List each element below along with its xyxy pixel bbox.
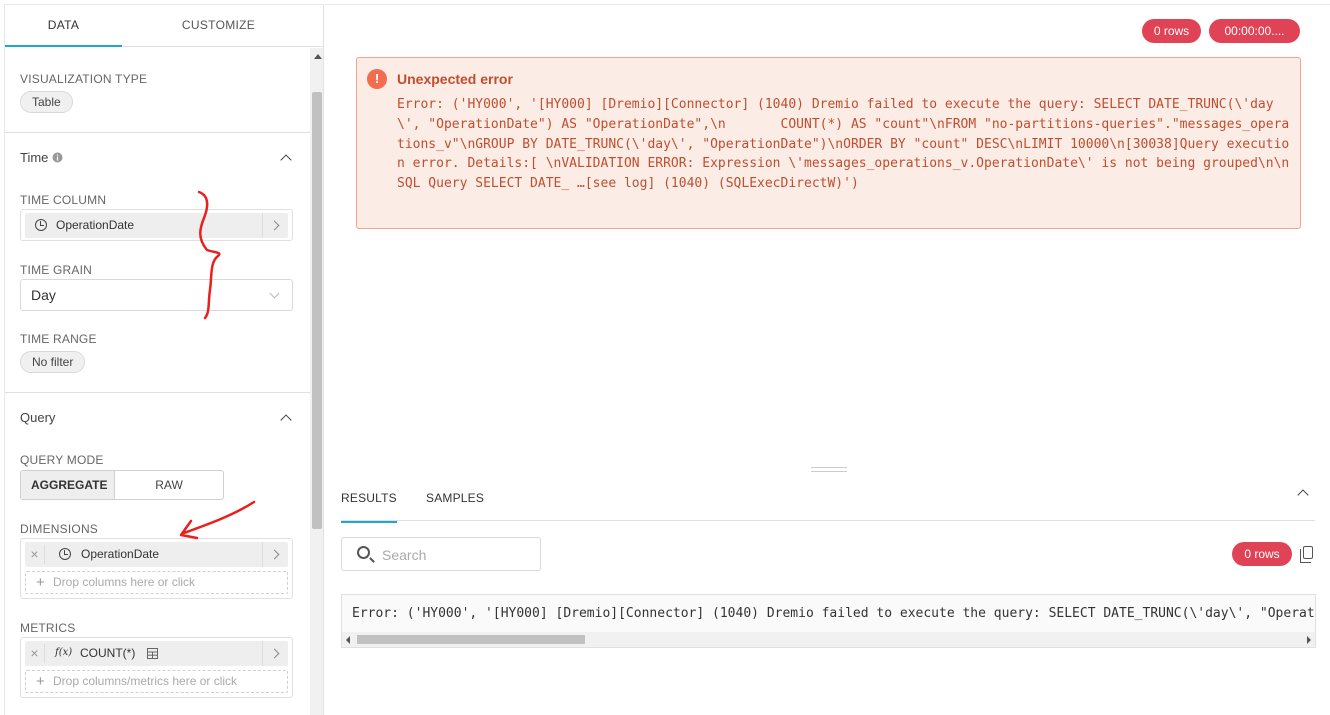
horizontal-scrollbar[interactable] [342,632,1315,647]
table-icon [147,648,158,659]
search-input[interactable]: Search [341,537,541,571]
scroll-right-arrow-icon[interactable] [1307,636,1311,644]
divider [5,392,310,393]
control-panel: DATA CUSTOMIZE VISUALIZATION TYPE Table … [4,4,324,715]
error-message: Error: ('HY000', '[HY000] [Dremio][Conne… [397,97,1290,192]
time-section-header[interactable]: Time [20,150,63,165]
dimension-chip[interactable]: × OperationDate [25,542,288,567]
time-range-pill[interactable]: No filter [20,351,86,373]
tab-data[interactable]: DATA [5,5,122,47]
query-timer-badge: 00:00:00.... [1209,19,1300,43]
tab-divider [341,520,1315,521]
scroll-left-arrow-icon[interactable] [346,636,350,644]
tab-results[interactable]: RESULTS [341,491,397,523]
plus-icon: + [36,574,45,591]
tab-customize[interactable]: CUSTOMIZE [122,5,315,47]
scrollbar-thumb[interactable] [312,92,322,529]
plus-icon: + [36,673,45,690]
search-placeholder: Search [382,547,427,563]
dimensions-label: DIMENSIONS [20,522,99,536]
time-column-label: TIME COLUMN [20,193,107,207]
collapse-time-icon[interactable] [280,154,292,166]
time-grain-select[interactable]: Day [20,279,293,311]
time-column-chip[interactable]: OperationDate [25,213,288,238]
results-error-box: Error: ('HY000', '[HY000] [Dremio][Conne… [341,594,1316,648]
metrics-drop-text: Drop columns/metrics here or click [53,674,238,688]
chevron-right-icon[interactable] [262,213,288,238]
query-mode-label: QUERY MODE [20,453,104,467]
panel-tabs: DATA CUSTOMIZE [5,5,323,47]
info-icon[interactable] [52,152,63,163]
chevron-right-icon[interactable] [262,641,288,666]
metric-chip[interactable]: × f(x) COUNT(*) [25,641,288,666]
query-mode-aggregate-button[interactable]: AGGREGATE [21,471,115,499]
visualization-type-pill[interactable]: Table [20,91,73,113]
clock-icon [59,548,71,560]
chevron-down-icon [269,288,280,299]
horizontal-scrollbar-thumb[interactable] [357,635,585,644]
query-mode-toggle: AGGREGATE RAW RECORDS [20,470,224,500]
time-section-title: Time [20,150,49,165]
chart-area: 0 rows 00:00:00.... ! Unexpected error E… [325,4,1330,715]
dimensions-drop-zone[interactable]: + Drop columns here or click [25,571,288,594]
fx-icon: f(x) [55,647,73,658]
remove-dimension-icon[interactable]: × [25,545,45,564]
dimension-value: OperationDate [81,547,160,561]
row-count-badge: 0 rows [1142,19,1201,43]
time-range-label: TIME RANGE [20,332,97,346]
search-icon [357,546,370,559]
time-column-value: OperationDate [56,218,135,232]
divider [5,132,310,133]
sidebar-scrollbar[interactable] [310,48,323,715]
clock-icon [35,219,47,231]
metrics-label: METRICS [20,621,76,635]
resize-handle[interactable] [811,467,847,472]
metrics-field: × f(x) COUNT(*) + Drop columns/metrics h… [20,637,293,698]
dimensions-field: × OperationDate + Drop columns here or c… [20,538,293,599]
copy-icon[interactable] [1300,546,1313,563]
collapse-query-icon[interactable] [280,414,292,426]
query-mode-raw-records-button[interactable]: RAW RECORDS [115,471,223,499]
error-alert: ! Unexpected error Error: ('HY000', '[HY… [356,57,1301,229]
metric-value: COUNT(*) [80,646,136,660]
results-row-count-badge: 0 rows [1232,542,1292,566]
error-icon: ! [367,69,387,89]
visualization-type-label: VISUALIZATION TYPE [20,72,148,86]
collapse-results-icon[interactable] [1297,489,1309,501]
time-grain-label: TIME GRAIN [20,263,93,277]
results-error-text: Error: ('HY000', '[HY000] [Dremio][Conne… [352,606,1315,621]
metrics-drop-zone[interactable]: + Drop columns/metrics here or click [25,670,288,693]
time-column-field[interactable]: OperationDate [20,209,293,241]
time-grain-value: Day [31,287,56,303]
chevron-right-icon[interactable] [262,542,288,567]
tab-samples[interactable]: SAMPLES [426,491,484,505]
scroll-up-arrow-icon[interactable] [314,54,322,59]
remove-metric-icon[interactable]: × [25,644,45,663]
error-title: Unexpected error [397,71,513,87]
dimensions-drop-text: Drop columns here or click [53,575,196,589]
query-section-title[interactable]: Query [20,410,55,425]
